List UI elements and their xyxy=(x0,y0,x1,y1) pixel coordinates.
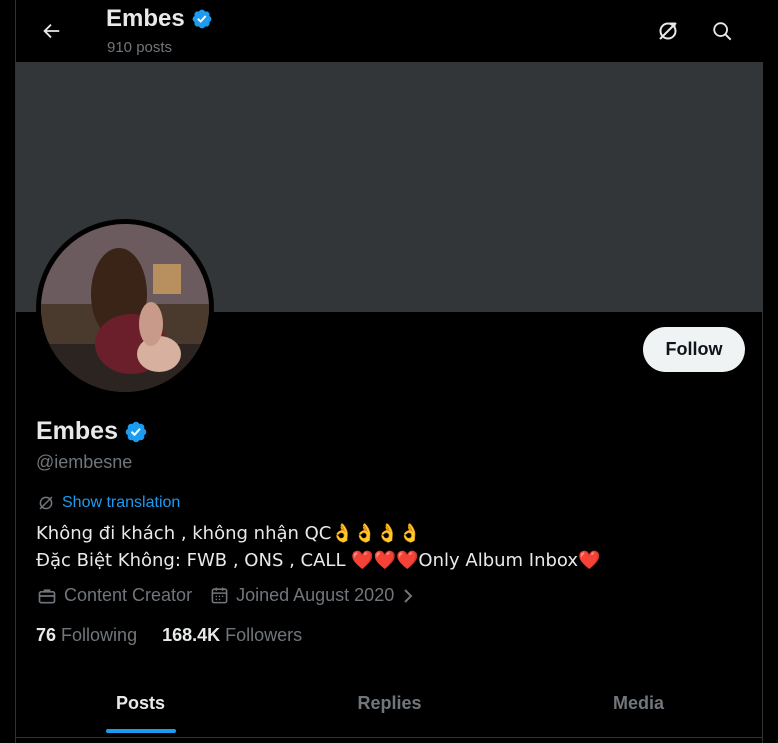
profile-stats: 76 Following 168.4K Followers xyxy=(36,625,302,646)
header-name: Embes xyxy=(106,5,185,32)
followers-link[interactable]: 168.4K Followers xyxy=(162,625,302,646)
no-translate-icon xyxy=(659,22,677,40)
profile-bio: Không đi khách , không nhận QC👌👌👌👌 Đặc B… xyxy=(36,520,600,574)
back-button[interactable] xyxy=(34,14,68,48)
briefcase-icon xyxy=(38,588,56,603)
follow-button[interactable]: Follow xyxy=(643,327,745,372)
verified-badge-icon xyxy=(192,9,212,29)
header-title: Embes xyxy=(106,5,213,33)
tab-posts[interactable]: Posts xyxy=(16,670,265,737)
followers-label: Followers xyxy=(225,625,303,645)
joined-item[interactable]: Joined August 2020 xyxy=(210,585,415,606)
category-item: Content Creator xyxy=(37,585,192,606)
profile-handle: @iembesne xyxy=(36,452,133,472)
tabs-divider xyxy=(16,737,763,738)
profile-name: Embes xyxy=(36,417,118,445)
avatar[interactable] xyxy=(36,219,214,397)
profile-tabs: Posts Replies Media xyxy=(16,670,763,737)
bio-line-1: Không đi khách , không nhận QC👌👌👌👌 xyxy=(36,523,422,544)
profile-meta: Content Creator Joined August 2020 xyxy=(37,585,433,606)
calendar-icon xyxy=(211,587,228,604)
no-translate-icon xyxy=(39,496,53,510)
joined-label: Joined August 2020 xyxy=(236,585,395,605)
followers-count: 168.4K xyxy=(162,625,221,645)
chevron-right-icon xyxy=(404,588,413,603)
profile-name-row: Embes xyxy=(36,417,148,446)
avatar-image xyxy=(41,224,209,392)
top-bar: Embes 910 posts xyxy=(16,0,764,62)
search-icon xyxy=(713,22,732,41)
post-count: 910 posts xyxy=(107,39,173,56)
arrow-left-icon xyxy=(43,23,60,39)
show-translation-label: Show translation xyxy=(62,494,181,511)
translate-toggle-button[interactable] xyxy=(650,13,686,49)
verified-badge-icon[interactable] xyxy=(124,420,148,444)
following-count: 76 xyxy=(36,625,57,645)
category-label: Content Creator xyxy=(64,585,193,605)
search-button[interactable] xyxy=(704,13,740,49)
following-link[interactable]: 76 Following xyxy=(36,625,137,646)
tab-media[interactable]: Media xyxy=(514,670,763,737)
following-label: Following xyxy=(61,625,138,645)
profile-page: Embes 910 posts Follow Embes @iembesne S… xyxy=(15,0,764,743)
show-translation-link[interactable]: Show translation xyxy=(37,494,180,512)
avatar-photo xyxy=(41,224,209,392)
bio-line-2: Đặc Biệt Không: FWB , ONS , CALL ❤️❤️❤️O… xyxy=(36,550,601,571)
tab-replies[interactable]: Replies xyxy=(265,670,514,737)
